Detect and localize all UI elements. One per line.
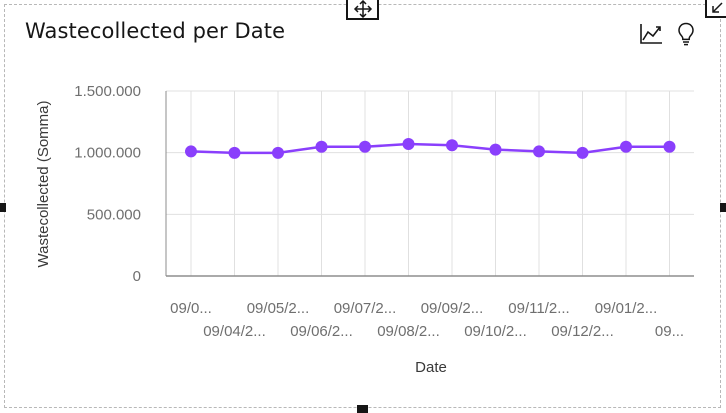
x-tick-label: 09/12/2... xyxy=(551,323,614,340)
data-point[interactable] xyxy=(228,146,241,159)
x-axis-title: Date xyxy=(415,359,447,376)
series-line xyxy=(190,142,670,155)
chart-axes xyxy=(165,91,694,277)
data-point[interactable] xyxy=(576,146,589,159)
x-tick-label: 09/01/2... xyxy=(595,300,658,317)
x-tick-label: 09/0... xyxy=(170,300,212,317)
data-point[interactable] xyxy=(663,140,676,153)
data-point[interactable] xyxy=(446,139,458,152)
y-tick-label: 1.000.000 xyxy=(74,145,141,162)
series-wastecollected xyxy=(185,138,676,159)
y-tick-label: 0 xyxy=(133,268,141,285)
x-tick-label: 09/04/2... xyxy=(203,323,266,340)
data-point[interactable] xyxy=(315,140,328,153)
y-tick-label: 1.500.000 xyxy=(74,83,141,100)
line-chart: 0 500.000 1.000.000 1.500.000 09/0... 09/04/… xyxy=(35,83,694,376)
x-axis-ticks: 09/0... 09/04/2... 09/05/2... 09/06/2... 09/… xyxy=(170,300,684,340)
data-point[interactable] xyxy=(402,138,415,151)
data-point[interactable] xyxy=(185,145,197,158)
data-point[interactable] xyxy=(359,140,371,153)
x-tick-label: 09/10/2... xyxy=(464,323,527,340)
grid-lines xyxy=(166,90,694,276)
x-tick-label: 09/06/2... xyxy=(290,323,353,340)
x-tick-label: 09/08/2... xyxy=(377,323,440,340)
x-tick-label: 09/09/2... xyxy=(421,300,484,317)
x-tick-label: 09/05/2... xyxy=(247,300,310,317)
data-point[interactable] xyxy=(489,143,502,156)
data-point[interactable] xyxy=(272,146,284,159)
x-tick-label: 09/11/2... xyxy=(508,300,569,317)
y-axis-title: Wastecollected (Somma) xyxy=(35,101,52,268)
y-tick-label: 500.000 xyxy=(87,206,141,223)
x-tick-label: 09... xyxy=(655,323,684,340)
data-point[interactable] xyxy=(620,140,632,153)
y-axis-ticks: 0 500.000 1.000.000 1.500.000 xyxy=(74,83,141,285)
x-tick-label: 09/07/2... xyxy=(334,300,397,317)
data-point[interactable] xyxy=(533,145,545,158)
